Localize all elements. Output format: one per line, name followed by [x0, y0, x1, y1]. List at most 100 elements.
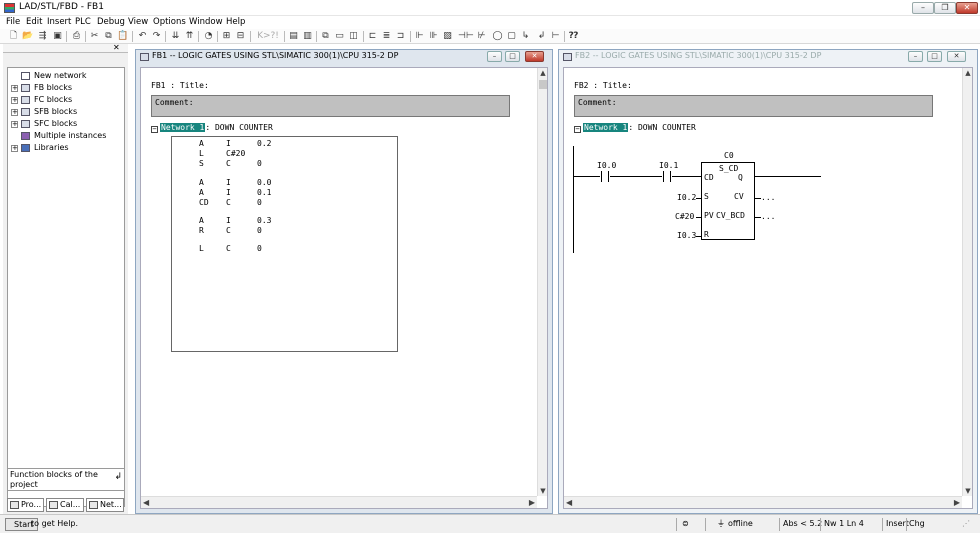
- scroll-right-icon[interactable]: ▶: [529, 497, 535, 509]
- print-icon[interactable]: ⎙: [71, 31, 82, 42]
- copy-icon[interactable]: ⧉: [103, 31, 114, 42]
- horizontal-scrollbar[interactable]: ◀ ▶: [564, 496, 962, 508]
- tab-program-elements[interactable]: Pro...: [7, 498, 44, 512]
- network-header[interactable]: − Network 1: DOWN COUNTER: [151, 123, 273, 133]
- menu-file[interactable]: File: [6, 17, 20, 27]
- scroll-left-icon[interactable]: ◀: [143, 497, 149, 509]
- no-contact-icon[interactable]: ⊣⊢: [458, 31, 474, 42]
- menu-window[interactable]: Window: [189, 17, 223, 27]
- insert-block-icon[interactable]: ▧: [442, 31, 453, 42]
- expand-icon[interactable]: +: [11, 109, 18, 116]
- context-help-icon[interactable]: ⁇: [568, 31, 579, 42]
- menu-plc[interactable]: PLC: [75, 17, 91, 27]
- open-branch-icon[interactable]: ↳: [520, 31, 531, 42]
- scroll-thumb[interactable]: [539, 80, 547, 89]
- upload-icon[interactable]: ⇈: [184, 31, 195, 42]
- cut-icon[interactable]: ✂: [89, 31, 100, 42]
- ladder-view-icon[interactable]: ⊏: [367, 31, 378, 42]
- paste-icon[interactable]: 📋: [117, 31, 128, 42]
- window-tile-h-icon[interactable]: ▭: [334, 31, 345, 42]
- tab-networks[interactable]: Net...: [86, 498, 124, 512]
- block-title[interactable]: FB2 : Title:: [574, 81, 632, 90]
- window-tile-v-icon[interactable]: ◫: [348, 31, 359, 42]
- app-icon: [4, 3, 15, 13]
- insert-branch-icon[interactable]: ⊪: [428, 31, 439, 42]
- undo-icon[interactable]: ↶: [137, 31, 148, 42]
- editor-title-bar: FB2 -- LOGIC GATES USING STL\SIMATIC 300…: [559, 50, 977, 64]
- network-header[interactable]: − Network 1: DOWN COUNTER: [574, 123, 696, 133]
- fbd-view-icon[interactable]: ⊐: [395, 31, 406, 42]
- overview-icon[interactable]: ▤: [288, 31, 299, 42]
- editor-maximize-button[interactable]: □: [927, 51, 942, 62]
- stl-addr: 0: [257, 244, 262, 253]
- block-type: S_CD: [719, 164, 739, 173]
- scroll-down-icon[interactable]: ▼: [963, 486, 973, 496]
- scroll-down-icon[interactable]: ▼: [538, 486, 548, 496]
- block-comment[interactable]: Comment:: [574, 95, 933, 117]
- block-title[interactable]: FB1 : Title:: [151, 81, 209, 90]
- collapse-icon[interactable]: −: [151, 126, 158, 133]
- resize-grip-icon[interactable]: ⋰: [962, 518, 970, 531]
- scroll-left-icon[interactable]: ◀: [566, 497, 572, 509]
- editor-close-button[interactable]: ✕: [525, 51, 544, 62]
- minimize-button[interactable]: –: [912, 2, 934, 14]
- output-operand[interactable]: ...: [761, 212, 775, 221]
- module-info-icon[interactable]: ⊞: [221, 31, 232, 42]
- editor-minimize-button[interactable]: –: [487, 51, 502, 62]
- window-cascade-icon[interactable]: ⧉: [320, 31, 331, 42]
- menu-help[interactable]: Help: [226, 17, 245, 27]
- vertical-scrollbar[interactable]: ▲ ▼: [537, 68, 547, 496]
- collapse-icon[interactable]: −: [574, 126, 581, 133]
- input-operand[interactable]: I0.3: [677, 231, 696, 240]
- scroll-up-icon[interactable]: ▲: [538, 68, 548, 78]
- expand-icon[interactable]: +: [11, 121, 18, 128]
- menu-debug[interactable]: Debug: [97, 17, 125, 27]
- scroll-right-icon[interactable]: ▶: [954, 497, 960, 509]
- restore-button[interactable]: ❐: [934, 2, 956, 14]
- compile-icon[interactable]: K>?!: [255, 31, 281, 42]
- accessible-nodes-icon[interactable]: ⇶: [37, 31, 48, 42]
- open-icon[interactable]: 📂: [22, 31, 33, 42]
- box-icon[interactable]: ▢: [506, 31, 517, 42]
- editor-maximize-button[interactable]: □: [505, 51, 520, 62]
- close-button[interactable]: ✕: [956, 2, 978, 14]
- insert-element-icon[interactable]: ↲: [114, 472, 122, 482]
- tab-call-structure[interactable]: Cal...: [46, 498, 84, 512]
- call-structure-icon: [49, 501, 58, 509]
- expand-icon[interactable]: +: [11, 85, 18, 92]
- menu-options[interactable]: Options: [153, 17, 186, 27]
- counter-block[interactable]: S_CD CD Q S CV PV CV_BCD R: [701, 162, 755, 240]
- expand-icon[interactable]: +: [11, 145, 18, 152]
- editor-minimize-button[interactable]: –: [908, 51, 923, 62]
- pane-close-icon[interactable]: ✕: [113, 43, 120, 52]
- menu-insert[interactable]: Insert: [47, 17, 71, 27]
- download-icon[interactable]: ⇊: [170, 31, 181, 42]
- horizontal-scrollbar[interactable]: ◀ ▶: [141, 496, 537, 508]
- new-icon[interactable]: 🗋: [8, 31, 19, 42]
- monitor-icon[interactable]: ◔: [203, 31, 214, 42]
- insert-network-icon[interactable]: ⊩: [414, 31, 425, 42]
- operating-mode-icon[interactable]: ⊟: [235, 31, 246, 42]
- contact-address: I0.0: [597, 161, 617, 170]
- input-operand[interactable]: I0.2: [677, 193, 696, 202]
- editor-close-button[interactable]: ✕: [947, 51, 966, 62]
- expand-icon[interactable]: +: [11, 97, 18, 104]
- connection-icon[interactable]: ⊢: [550, 31, 561, 42]
- vertical-scrollbar[interactable]: ▲ ▼: [962, 68, 972, 496]
- scroll-up-icon[interactable]: ▲: [963, 68, 973, 78]
- nc-contact-icon[interactable]: ⊬: [476, 31, 487, 42]
- ladder-editor[interactable]: FB2 : Title: Comment: − Network 1: DOWN C…: [563, 67, 973, 509]
- menu-view[interactable]: View: [128, 17, 148, 27]
- stl-code-box[interactable]: A I 0.2 L C#20 S C 0 A I 0.0 A I 0.1 CD …: [171, 136, 398, 352]
- stl-editor[interactable]: FB1 : Title: Comment: − Network 1: DOWN C…: [140, 67, 548, 509]
- save-icon[interactable]: ▣: [52, 31, 63, 42]
- input-operand[interactable]: C#20: [675, 212, 694, 221]
- details-icon[interactable]: ▥: [302, 31, 313, 42]
- stl-view-icon[interactable]: ≣: [381, 31, 392, 42]
- coil-icon[interactable]: ◯: [492, 31, 503, 42]
- block-comment[interactable]: Comment:: [151, 95, 510, 117]
- menu-edit[interactable]: Edit: [26, 17, 42, 27]
- close-branch-icon[interactable]: ↲: [536, 31, 547, 42]
- output-operand[interactable]: ...: [761, 193, 775, 202]
- redo-icon[interactable]: ↷: [151, 31, 162, 42]
